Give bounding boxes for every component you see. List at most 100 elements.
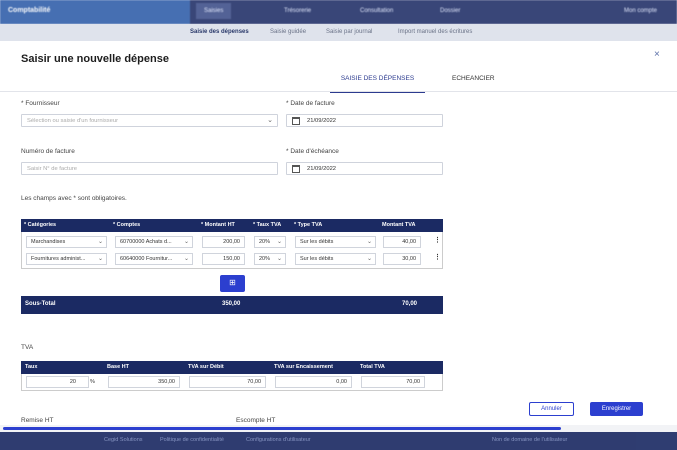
col-taux: Taux [25,364,38,370]
app-header: Comptabilité Saisies Trésorerie Consulta… [0,0,677,24]
tva-encaissement-input[interactable]: 0,00 [275,376,352,388]
date-echeance-value: 21/09/2022 [307,166,337,172]
compte-value: 60640000 Fournitur... [120,256,173,262]
date-facture-label: * Date de facture [286,100,335,107]
chevron-down-icon: ⌄ [276,239,282,245]
tab-divider [0,91,677,92]
fournisseur-select[interactable]: Sélection ou saisie d'un fournisseur ⌄ [21,114,278,127]
percent-unit: % [90,379,95,385]
taux-value: 20% [259,239,271,245]
user-menu[interactable]: Mon compte [624,8,657,14]
add-row-icon: ⊞ [229,278,236,287]
col-comptes: * Comptes [113,222,141,228]
date-echeance-label: * Date d'échéance [286,148,339,155]
table-divider [21,268,443,269]
row-menu-icon[interactable]: ⋮ [434,236,441,244]
col-taux-tva: * Taux TVA [253,222,282,228]
col-base-ht: Base HT [107,364,130,370]
chevron-down-icon: ⌄ [366,239,372,245]
chevron-down-icon: ⌄ [183,239,189,245]
chevron-down-icon: ⌄ [183,256,189,262]
app-brand: Comptabilité [0,0,190,24]
date-facture-field[interactable]: 21/09/2022 [286,114,443,127]
col-tva-encaissement: TVA sur Encaissement [274,364,333,370]
add-line-button[interactable]: ⊞ [220,275,245,292]
montant-ht-input[interactable]: 200,00 [202,236,245,248]
footer-link[interactable]: Politique de confidentialité [160,437,224,443]
calendar-icon[interactable] [292,165,300,173]
chevron-down-icon: ⌄ [276,256,282,262]
close-icon[interactable]: × [654,49,660,60]
numero-facture-label: Numéro de facture [21,148,75,155]
cancel-button[interactable]: Annuler [529,402,574,416]
calendar-icon[interactable] [292,117,300,125]
chevron-down-icon: ⌄ [366,256,372,262]
type-tva-select[interactable]: Sur les débits ⌄ [295,236,376,248]
app-footer: Cegid Solutions Politique de confidentia… [0,432,677,450]
tab-echeancier[interactable]: ECHEANCIER [452,75,495,82]
horizontal-scrollbar[interactable] [0,425,677,432]
scrollbar-thumb[interactable] [3,427,561,430]
modal-title: Saisir une nouvelle dépense [21,53,169,65]
nav-tab-tresorerie[interactable]: Trésorerie [284,8,311,14]
subnav-item[interactable]: Import manuel des écritures [398,29,472,35]
subnav-item[interactable]: Saisie par journal [326,29,372,35]
montant-ht-input[interactable]: 150,00 [202,253,245,265]
chevron-down-icon: ⌄ [97,256,103,262]
montant-tva-input[interactable]: 40,00 [383,236,421,248]
taux-tva-select[interactable]: 20% ⌄ [254,236,286,248]
col-montant-ht: * Montant HT [201,222,235,228]
tva-debit-input[interactable]: 70,00 [189,376,266,388]
subtotal-ht: 350,00 [222,301,241,307]
new-expense-modal: Saisir une nouvelle dépense × SAISIE DES… [0,41,677,425]
categorie-value: Marchandises [31,239,66,245]
footer-link[interactable]: Cegid Solutions [104,437,143,443]
lines-table-body: Marchandises ⌄ 60700000 Achats d... ⌄ 200,… [21,232,443,268]
subnav-item[interactable]: Saisie guidée [270,29,306,35]
sub-navigation: Saisie des dépenses Saisie guidée Saisie… [0,24,677,41]
footer-link[interactable]: Non de domaine de l'utilisateur [492,437,567,443]
tva-section-label: TVA [21,344,34,351]
subnav-item[interactable]: Saisie des dépenses [190,29,249,35]
fournisseur-placeholder: Sélection ou saisie d'un fournisseur [27,118,119,124]
footer-link[interactable]: Configurations d'utilisateur [246,437,311,443]
montant-tva-input[interactable]: 30,00 [383,253,421,265]
app-brand-label: Comptabilité [8,7,51,14]
col-tva-debit: TVA sur Débit [188,364,224,370]
col-total-tva: Total TVA [360,364,385,370]
chevron-down-icon: ⌄ [97,239,103,245]
compte-select[interactable]: 60700000 Achats d... ⌄ [115,236,193,248]
tva-taux-input[interactable]: 20 [26,376,89,388]
nav-tab-consultation[interactable]: Consultation [360,8,393,14]
subtotal-label: Sous-Total [25,301,56,307]
col-montant-tva: Montant TVA [382,222,416,228]
col-categories: * Catégories [24,222,57,228]
date-facture-value: 21/09/2022 [307,118,337,124]
numero-facture-input[interactable]: Saisir N° de facture [21,162,278,175]
remise-ht-label: Remise HT [21,417,54,424]
save-button[interactable]: Enregistrer [590,402,643,416]
fournisseur-label: * Fournisseur [21,100,60,107]
col-type-tva: * Type TVA [294,222,323,228]
nav-tab-dossier[interactable]: Dossier [440,8,460,14]
tva-base-input[interactable]: 350,00 [108,376,180,388]
date-echeance-field[interactable]: 21/09/2022 [286,162,443,175]
lines-table-header: * Catégories * Comptes * Montant HT * Ta… [21,219,443,232]
type-value: Sur les débits [300,256,334,262]
categorie-select[interactable]: Fournitures administ... ⌄ [26,253,107,265]
required-fields-note: Les champs avec * sont obligatoires. [21,195,127,202]
taux-tva-select[interactable]: 20% ⌄ [254,253,286,265]
type-tva-select[interactable]: Sur les débits ⌄ [295,253,376,265]
subtotal-bar: Sous-Total 350,00 70,00 [21,296,443,314]
compte-select[interactable]: 60640000 Fournitur... ⌄ [115,253,193,265]
tva-table-header: Taux Base HT TVA sur Débit TVA sur Encai… [21,361,443,374]
compte-value: 60700000 Achats d... [120,239,172,245]
row-menu-icon[interactable]: ⋮ [434,253,441,261]
chevron-down-icon: ⌄ [267,117,273,124]
tva-total-input[interactable]: 70,00 [361,376,425,388]
escompte-ht-label: Escompte HT [236,417,276,424]
tva-taux-value: 20 [69,379,76,385]
categorie-select[interactable]: Marchandises ⌄ [26,236,107,248]
nav-tab-saisies[interactable]: Saisies [196,3,232,19]
tva-table-row: 20 % 350,00 70,00 0,00 70,00 [21,374,443,391]
